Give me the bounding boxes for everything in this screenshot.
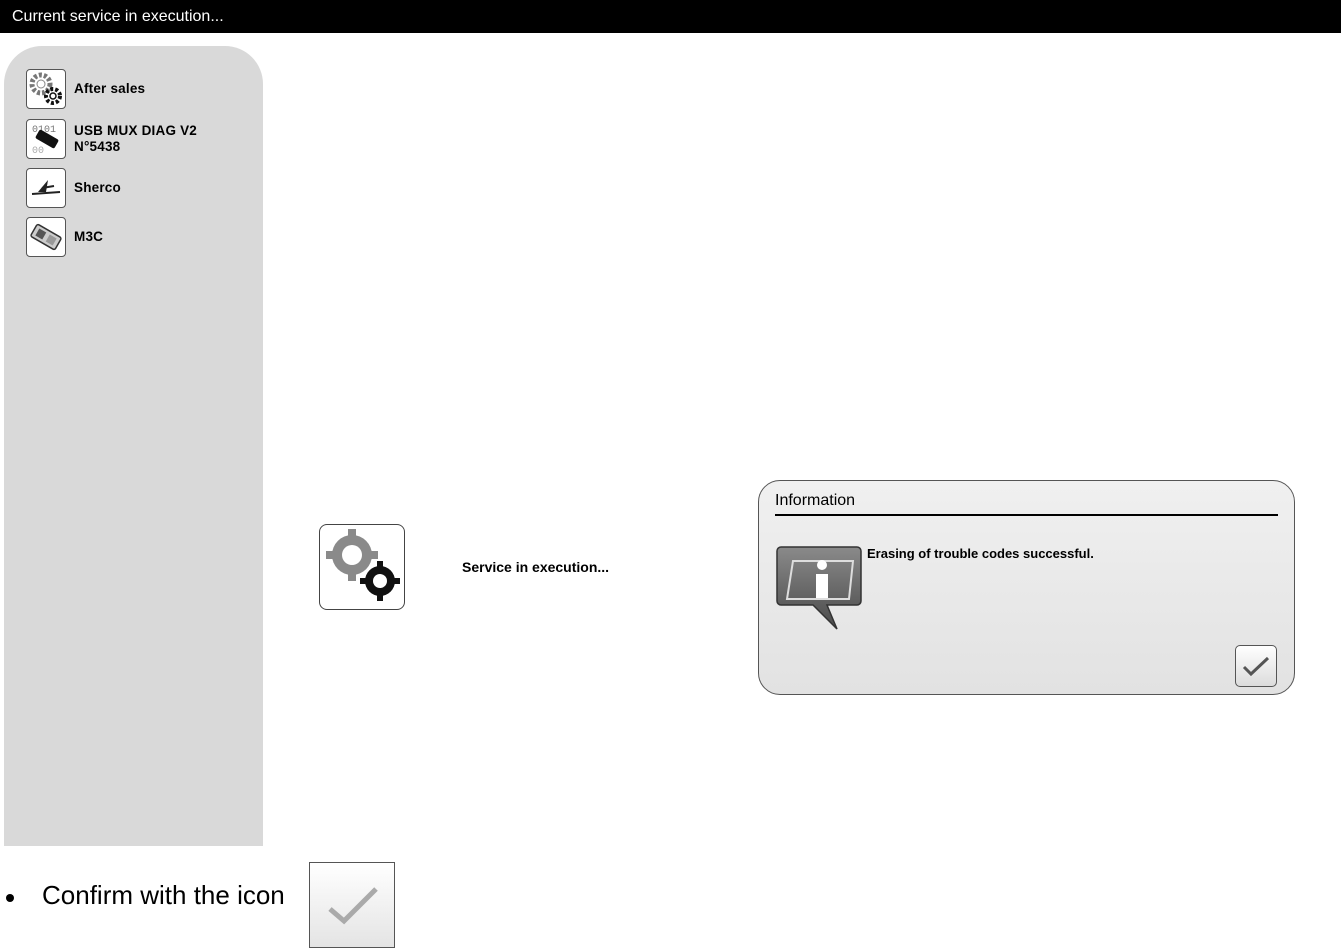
sidebar-item-label: After sales xyxy=(74,81,146,96)
gears-icon xyxy=(26,69,66,109)
sidebar-item-after-sales[interactable]: After sales xyxy=(26,69,145,109)
dialog-divider xyxy=(775,514,1278,516)
sidebar-item-label: Sherco xyxy=(74,180,121,195)
usb-interface-icon: 0101 00 xyxy=(26,119,66,159)
instruction-line: Confirm with the icon xyxy=(0,860,600,950)
bullet-icon xyxy=(6,894,14,902)
sidebar-item-label: USB MUX DIAG V2 N°5438 xyxy=(74,123,198,154)
sherco-logo-icon xyxy=(26,168,66,208)
dialog-title: Information xyxy=(775,492,856,509)
sidebar-item-usb-mux-diag[interactable]: 0101 00 USB MUX DIAG V2 N°5438 xyxy=(26,119,197,159)
sidebar-item-sherco[interactable]: Sherco xyxy=(26,168,121,208)
confirm-button[interactable] xyxy=(1235,645,1277,687)
title-bar: Current service in execution... xyxy=(0,0,1341,33)
ecu-module-icon xyxy=(26,217,66,257)
sidebar-item-label: M3C xyxy=(74,229,104,244)
checkmark-icon xyxy=(1242,656,1270,677)
information-dialog: Information Erasing of trouble codes suc… xyxy=(758,480,1295,695)
instruction-text: Confirm with the icon xyxy=(42,880,285,910)
checkmark-icon xyxy=(309,862,395,948)
service-gears-icon xyxy=(319,524,405,610)
window-title: Current service in execution... xyxy=(12,8,224,25)
service-status-text: Service in execution... xyxy=(462,559,610,575)
sidebar-item-m3c[interactable]: M3C xyxy=(26,217,103,257)
dialog-message: Erasing of trouble codes successful. xyxy=(867,546,1094,561)
svg-text:00: 00 xyxy=(32,146,44,157)
info-speech-bubble-icon xyxy=(775,543,865,633)
sidebar: After sales 0101 00 USB MUX DIAG V2 N°54… xyxy=(4,46,263,846)
